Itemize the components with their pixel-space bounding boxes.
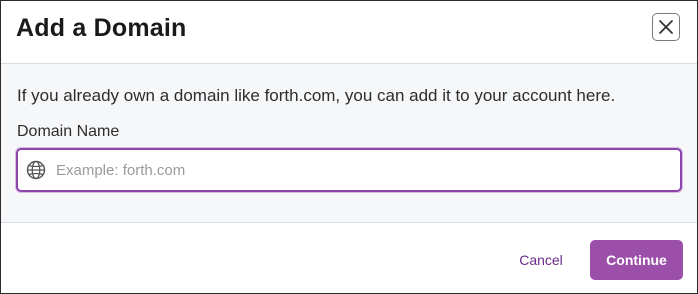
domain-input[interactable]	[56, 150, 666, 190]
domain-input-wrapper[interactable]	[16, 148, 682, 192]
cancel-button[interactable]: Cancel	[506, 245, 576, 275]
dialog-footer: Cancel Continue	[1, 223, 697, 293]
close-icon	[659, 20, 673, 34]
dialog-description: If you already own a domain like forth.c…	[17, 86, 616, 105]
globe-icon	[26, 160, 46, 180]
add-domain-dialog: Add a Domain If you already own a domain…	[0, 0, 698, 294]
continue-button[interactable]: Continue	[590, 240, 683, 280]
domain-name-label: Domain Name	[17, 123, 120, 140]
dialog-body: If you already own a domain like forth.c…	[1, 64, 697, 223]
dialog-title: Add a Domain	[16, 14, 187, 42]
close-button[interactable]	[652, 13, 680, 41]
dialog-header: Add a Domain	[1, 1, 697, 64]
